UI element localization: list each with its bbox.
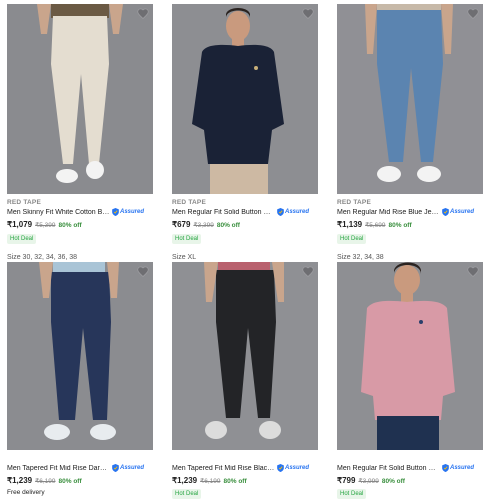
available-sizes: Size XL [172, 254, 197, 261]
available-sizes: Size 32, 34, 38 [337, 254, 384, 261]
assured-shield-icon [442, 208, 449, 216]
hot-deal-badge: Hot Deal [337, 234, 367, 244]
selling-price: ₹679 [172, 220, 191, 229]
heart-icon[interactable] [467, 266, 479, 277]
original-price: ₹3,999 [358, 478, 379, 485]
heart-icon[interactable] [137, 8, 149, 19]
product-image[interactable] [172, 262, 318, 450]
price-row: ₹1,239 ₹6,199 80% off [7, 476, 82, 485]
price-row: ₹799 ₹3,999 80% off [337, 476, 405, 485]
assured-shield-icon [442, 464, 449, 472]
discount-text: 80% off [381, 478, 405, 485]
product-photo-illustration [7, 4, 153, 194]
product-image[interactable] [172, 4, 318, 194]
free-delivery-text: Free delivery [7, 489, 45, 496]
selling-price: ₹1,239 [7, 476, 33, 485]
assured-badge: Assured [277, 464, 309, 472]
discount-text: 80% off [216, 222, 240, 229]
assured-badge: Assured [442, 464, 474, 472]
product-title[interactable]: Men Regular Fit Solid Button Do... [172, 209, 275, 216]
hot-deal-badge: Hot Deal [172, 234, 202, 244]
title-row[interactable]: Men Tapered Fit Mid Rise Dark B... Assur… [7, 464, 153, 472]
heart-icon[interactable] [467, 8, 479, 19]
assured-label: Assured [285, 209, 310, 215]
assured-shield-icon [277, 208, 284, 216]
discount-text: 80% off [58, 478, 82, 485]
heart-icon[interactable] [137, 266, 149, 277]
price-row: ₹679 ₹3,399 80% off [172, 220, 240, 229]
assured-badge: Assured [112, 208, 144, 216]
product-image[interactable] [337, 4, 483, 194]
original-price: ₹3,399 [193, 222, 214, 229]
assured-shield-icon [112, 464, 119, 472]
title-row[interactable]: Men Regular Fit Solid Button Do... Assur… [337, 464, 483, 472]
product-photo-illustration [7, 262, 153, 450]
product-title[interactable]: Men Regular Fit Solid Button Do... [337, 465, 440, 472]
assured-badge: Assured [442, 208, 474, 216]
product-title[interactable]: Men Regular Mid Rise Blue Jeans [337, 209, 440, 216]
assured-label: Assured [450, 209, 475, 215]
title-row[interactable]: Men Regular Fit Solid Button Do... Assur… [172, 208, 318, 216]
discount-text: 80% off [58, 222, 82, 229]
assured-label: Assured [120, 465, 145, 471]
product-image[interactable] [7, 262, 153, 450]
product-title[interactable]: Men Skinny Fit White Cotton Ble... [7, 209, 110, 216]
available-sizes: Size 30, 32, 34, 36, 38 [7, 254, 78, 261]
assured-shield-icon [112, 208, 119, 216]
hot-deal-badge: Hot Deal [172, 489, 202, 499]
original-price: ₹6,199 [35, 478, 56, 485]
assured-label: Assured [450, 465, 475, 471]
selling-price: ₹1,139 [337, 220, 363, 229]
price-row: ₹1,139 ₹5,699 80% off [337, 220, 412, 229]
product-title[interactable]: Men Tapered Fit Mid Rise Dark B... [7, 465, 110, 472]
assured-shield-icon [277, 464, 284, 472]
product-image[interactable] [7, 4, 153, 194]
product-title[interactable]: Men Tapered Fit Mid Rise Black ... [172, 465, 275, 472]
heart-icon[interactable] [302, 266, 314, 277]
discount-text: 80% off [223, 478, 247, 485]
product-image[interactable] [337, 262, 483, 450]
title-row[interactable]: Men Regular Mid Rise Blue Jeans Assured [337, 208, 483, 216]
product-photo-illustration [172, 4, 318, 194]
title-row[interactable]: Men Skinny Fit White Cotton Ble... Assur… [7, 208, 153, 216]
product-photo-illustration [337, 4, 483, 194]
original-price: ₹5,699 [365, 222, 386, 229]
heart-icon[interactable] [302, 8, 314, 19]
selling-price: ₹1,239 [172, 476, 198, 485]
original-price: ₹5,399 [35, 222, 56, 229]
assured-badge: Assured [277, 208, 309, 216]
product-grid: RED TAPE Men Skinny Fit White Cotton Ble… [0, 0, 488, 500]
title-row[interactable]: Men Tapered Fit Mid Rise Black ... Assur… [172, 464, 318, 472]
product-photo-illustration [337, 262, 483, 450]
price-row: ₹1,239 ₹6,199 80% off [172, 476, 247, 485]
original-price: ₹6,199 [200, 478, 221, 485]
hot-deal-badge: Hot Deal [7, 234, 37, 244]
assured-label: Assured [120, 209, 145, 215]
price-row: ₹1,079 ₹5,399 80% off [7, 220, 82, 229]
brand-name: RED TAPE [7, 199, 41, 206]
discount-text: 80% off [388, 222, 412, 229]
assured-label: Assured [285, 465, 310, 471]
selling-price: ₹799 [337, 476, 356, 485]
hot-deal-badge: Hot Deal [337, 489, 367, 499]
brand-name: RED TAPE [172, 199, 206, 206]
brand-name: RED TAPE [337, 199, 371, 206]
selling-price: ₹1,079 [7, 220, 33, 229]
assured-badge: Assured [112, 464, 144, 472]
product-photo-illustration [172, 262, 318, 450]
